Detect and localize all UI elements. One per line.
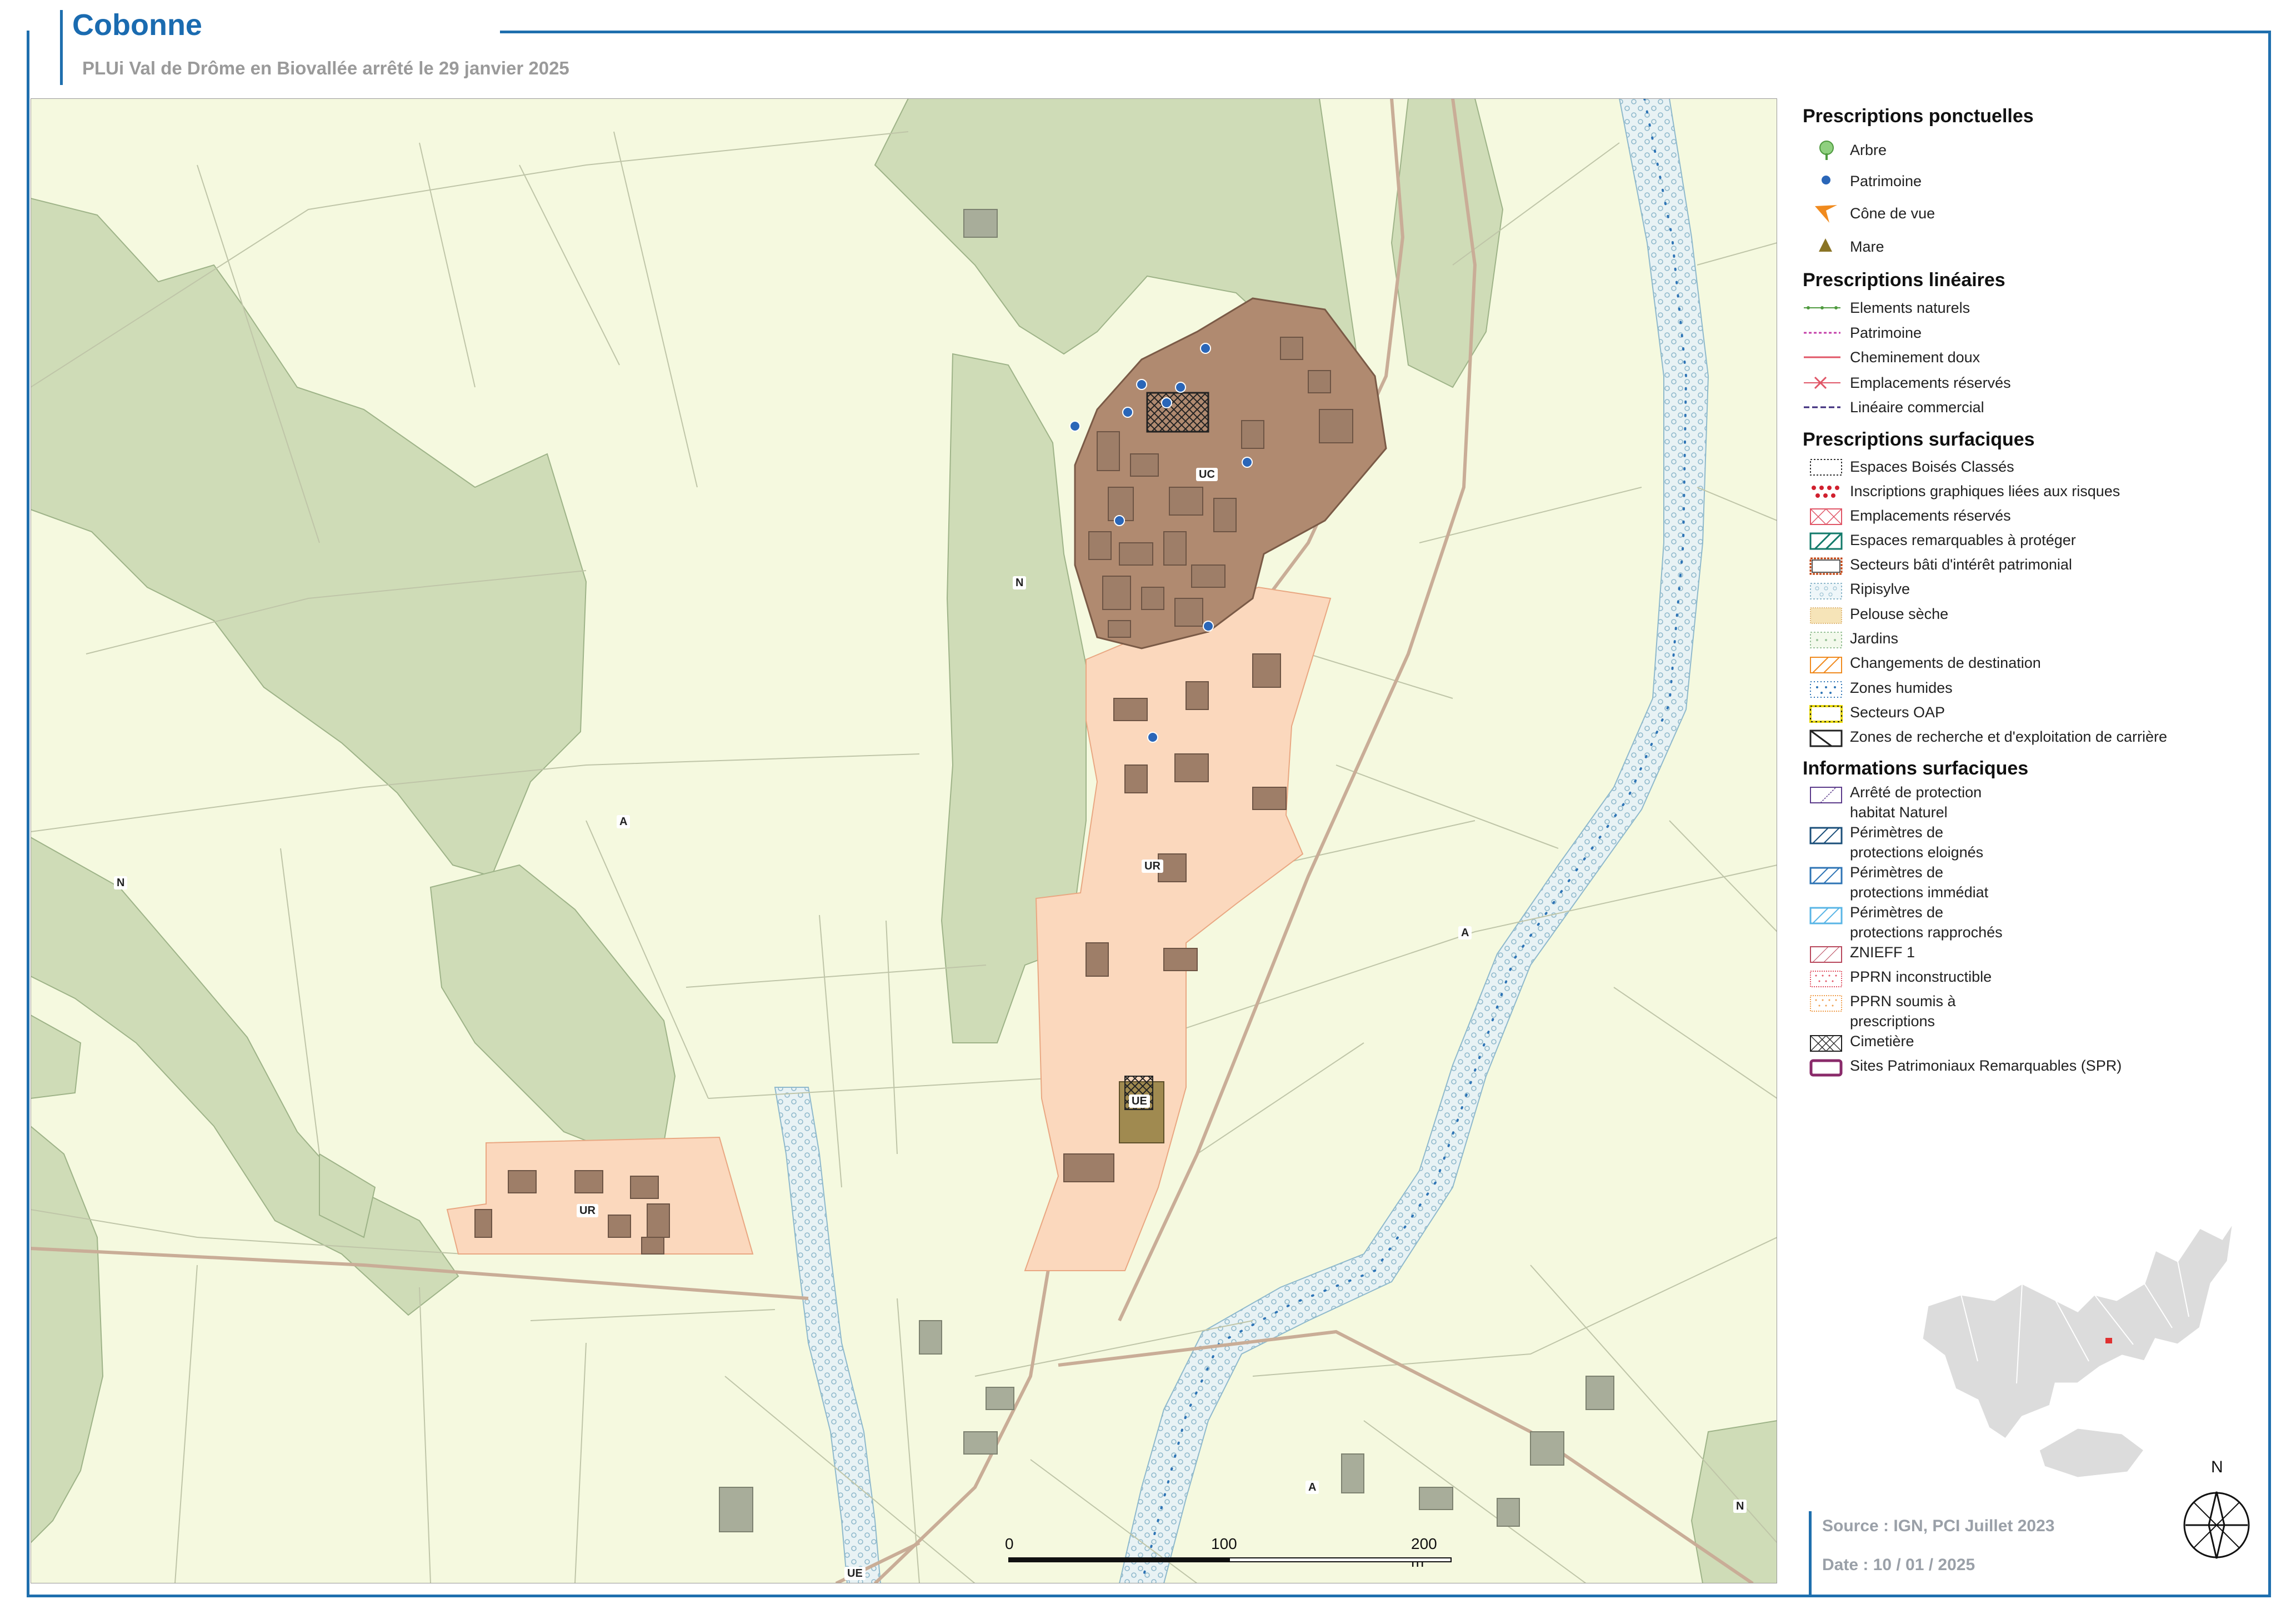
risk-dots-swatch-icon [1809, 483, 1843, 504]
legend-elements-naturels: Elements naturels [1850, 299, 1970, 316]
ebc-swatch-icon [1809, 458, 1843, 479]
legend-informations-title: Informations surfaciques [1803, 758, 2029, 779]
legend-cimetiere: Cimetière [1850, 1033, 1914, 1050]
legend-ponctuelles-title: Prescriptions ponctuelles [1803, 106, 2034, 127]
destination-change-swatch-icon [1809, 656, 1843, 677]
legend-surfaciques-title: Prescriptions surfaciques [1803, 429, 2035, 450]
legend-emplacements-reserves-area: Emplacements réservés [1850, 507, 2011, 524]
legend-secteurs-oap: Secteurs OAP [1850, 704, 1945, 721]
pprn-red-swatch-icon [1809, 970, 1843, 991]
map-border [31, 98, 1777, 1583]
locator-map [1911, 1217, 2244, 1483]
reserved-cross-swatch-icon [1809, 508, 1843, 528]
north-arrow-icon: N [2178, 1458, 2255, 1567]
znieff-swatch-icon [1809, 946, 1843, 966]
legend-apb-line2: habitat Naturel [1850, 804, 1948, 821]
north-label: N [2211, 1458, 2223, 1476]
quarry-swatch-icon [1809, 729, 1843, 750]
title-accent-bar [60, 10, 63, 85]
pond-triangle-icon [1817, 237, 1834, 256]
legend-arbre: Arbre [1850, 142, 1887, 158]
legend-carriere: Zones de recherche et d'exploitation de … [1850, 728, 2167, 745]
pprn-orange-swatch-icon [1809, 995, 1843, 1015]
legend-perimetre-immediat-line2: protections immédiat [1850, 884, 1989, 901]
legend-znieff: ZNIEFF 1 [1850, 944, 1915, 961]
locator-territory [1921, 1222, 2234, 1441]
legend-lineaires-title: Prescriptions linéaires [1803, 269, 2005, 291]
legend-ebc: Espaces Boisés Classés [1850, 458, 2014, 475]
tree-icon [1818, 140, 1835, 165]
green-dotted-line-icon [1803, 302, 1842, 316]
heritage-dot-icon [1819, 173, 1833, 189]
legend-pprn-soumis-line2: prescriptions [1850, 1013, 1935, 1030]
legend-perimetre-rapproche-line1: Périmètres de [1850, 904, 1944, 921]
legend-pelouse-seche: Pelouse sèche [1850, 606, 1949, 622]
legend-zones-humides: Zones humides [1850, 679, 1953, 696]
spr-swatch-icon [1809, 1059, 1843, 1080]
legend-perimetre-rapproche-line2: protections rapprochés [1850, 924, 2003, 941]
legend-patrimoine-line: Patrimoine [1850, 324, 1922, 341]
map-title: Cobonne [72, 8, 202, 42]
footer-date: Date : 10 / 01 / 2025 [1822, 1556, 1975, 1574]
heritage-area-swatch-icon [1809, 557, 1843, 578]
footer-divider [1809, 1511, 1812, 1595]
legend-patrimoine-point: Patrimoine [1850, 173, 1922, 189]
legend-mare: Mare [1850, 238, 1884, 255]
dry-lawn-swatch-icon [1809, 607, 1843, 627]
legend-bati-patrimonial: Secteurs bâti d'intérêt patrimonial [1850, 556, 2072, 573]
footer-source: Source : IGN, PCI Juillet 2023 [1822, 1517, 2055, 1535]
legend-perimetre-eloigne-line2: protections eloignés [1850, 844, 1984, 861]
legend-risques: Inscriptions graphiques liées aux risque… [1850, 483, 2120, 499]
view-cone-icon [1813, 203, 1840, 228]
habitat-swatch-icon [1809, 786, 1843, 807]
remarkable-hatch-swatch-icon [1809, 532, 1843, 553]
oap-swatch-icon [1809, 705, 1843, 726]
legend-emplacements-reserves-line: Emplacements réservés [1850, 374, 2011, 391]
immediate-perimeter-swatch-icon [1809, 867, 1843, 887]
map-subtitle: PLUi Val de Drôme en Biovallée arrêté le… [82, 58, 569, 78]
cemetery-swatch-icon [1809, 1035, 1843, 1055]
legend-changements-destination: Changements de destination [1850, 654, 2041, 671]
close-perimeter-swatch-icon [1809, 907, 1843, 927]
legend-pprn-soumis-line1: PPRN soumis à [1850, 993, 1956, 1010]
magenta-dashed-line-icon [1803, 327, 1842, 341]
legend-spr: Sites Patrimoniaux Remarquables (SPR) [1850, 1057, 2122, 1074]
red-cross-line-icon [1803, 376, 1842, 392]
legend-lineaire-commercial: Linéaire commercial [1850, 399, 1984, 416]
legend-jardins: Jardins [1850, 630, 1899, 647]
frame-top-line [500, 31, 2271, 33]
locator-commune-marker [2105, 1338, 2112, 1343]
red-line-icon [1803, 352, 1842, 366]
legend-espaces-remarquables: Espaces remarquables à protéger [1850, 532, 2076, 548]
legend-cheminement-doux: Cheminement doux [1850, 349, 1980, 366]
wetland-swatch-icon [1809, 681, 1843, 701]
far-perimeter-swatch-icon [1809, 827, 1843, 847]
frame-left-line [27, 31, 29, 1597]
legend-cone-de-vue: Cône de vue [1850, 205, 1935, 222]
legend-ripisylve: Ripisylve [1850, 581, 1910, 597]
legend-apb-line1: Arrêté de protection [1850, 784, 1982, 801]
ripisylve-swatch-icon [1809, 582, 1843, 603]
purple-dashed-line-icon [1803, 402, 1842, 416]
legend-pprn-inconstructible: PPRN inconstructible [1850, 968, 1992, 985]
legend-perimetre-eloigne-line1: Périmètres de [1850, 824, 1944, 841]
legend-perimetre-immediat-line1: Périmètres de [1850, 864, 1944, 881]
garden-swatch-icon [1809, 631, 1843, 652]
